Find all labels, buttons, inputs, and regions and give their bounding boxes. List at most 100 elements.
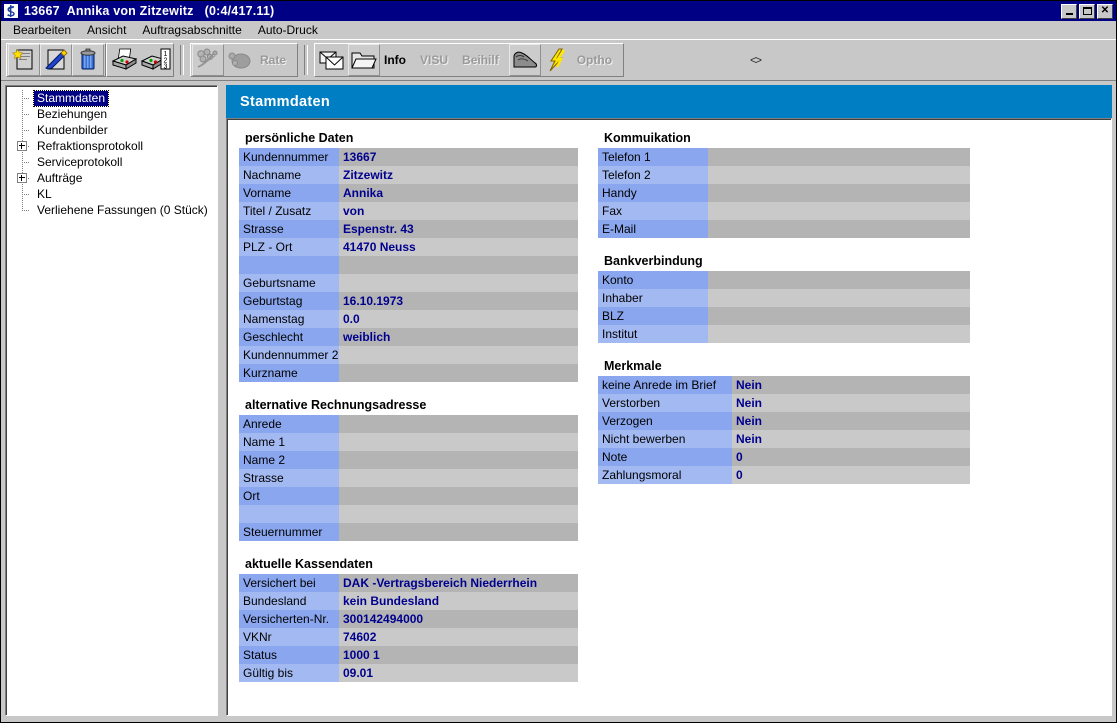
- field-value[interactable]: [708, 271, 970, 289]
- field-value[interactable]: 16.10.1973: [339, 292, 578, 310]
- field-row[interactable]: Telefon 1: [598, 148, 970, 166]
- field-value[interactable]: [339, 523, 578, 541]
- field-value[interactable]: [339, 433, 578, 451]
- edit-pen-icon[interactable]: [40, 44, 72, 76]
- menu-item-auftragsabschnitte[interactable]: Auftragsabschnitte: [134, 22, 249, 38]
- field-value[interactable]: [339, 469, 578, 487]
- field-row[interactable]: Ort: [239, 487, 578, 505]
- field-row[interactable]: Kundennummer 2: [239, 346, 578, 364]
- field-value[interactable]: [708, 202, 970, 220]
- field-row[interactable]: Geburtstag 16.10.1973: [239, 292, 578, 310]
- field-value[interactable]: Nein: [732, 394, 970, 412]
- field-value[interactable]: [708, 166, 970, 184]
- menu-item-bearbeiten[interactable]: Bearbeiten: [5, 22, 79, 38]
- field-value[interactable]: 0.0: [339, 310, 578, 328]
- field-row[interactable]: Geburtsname: [239, 274, 578, 292]
- field-value[interactable]: [339, 346, 578, 364]
- field-value[interactable]: 0: [732, 466, 970, 484]
- field-row[interactable]: [239, 256, 578, 274]
- field-value[interactable]: 41470 Neuss: [339, 238, 578, 256]
- field-row[interactable]: PLZ - Ort 41470 Neuss: [239, 238, 578, 256]
- optho-label[interactable]: Optho: [573, 53, 622, 67]
- field-value[interactable]: Nein: [732, 376, 970, 394]
- field-row[interactable]: Inhaber: [598, 289, 970, 307]
- field-row[interactable]: Namenstag 0.0: [239, 310, 578, 328]
- shoe-icon[interactable]: [508, 44, 541, 76]
- field-row[interactable]: Geschlecht weiblich: [239, 328, 578, 346]
- field-value[interactable]: [339, 487, 578, 505]
- field-value[interactable]: [339, 274, 578, 292]
- print-icon[interactable]: [108, 44, 140, 76]
- field-row[interactable]: Name 2: [239, 451, 578, 469]
- field-row[interactable]: Titel / Zusatz von: [239, 202, 578, 220]
- field-row[interactable]: Note 0: [598, 448, 970, 466]
- field-value[interactable]: Annika: [339, 184, 578, 202]
- field-row[interactable]: Versicherten-Nr. 300142494000: [239, 610, 578, 628]
- field-value[interactable]: kein Bundesland: [339, 592, 578, 610]
- field-row[interactable]: Verzogen Nein: [598, 412, 970, 430]
- tree-item-beziehungen[interactable]: Beziehungen: [6, 106, 217, 122]
- field-value[interactable]: Espenstr. 43: [339, 220, 578, 238]
- field-row[interactable]: Versichert bei DAK -Vertragsbereich Niede…: [239, 574, 578, 592]
- field-row[interactable]: Anrede: [239, 415, 578, 433]
- field-row[interactable]: VKNr 74602: [239, 628, 578, 646]
- field-value[interactable]: Nein: [732, 412, 970, 430]
- field-value[interactable]: [339, 256, 578, 274]
- minimize-button[interactable]: [1061, 3, 1077, 19]
- menu-item-ansicht[interactable]: Ansicht: [79, 22, 134, 38]
- tree-expand-plus-icon[interactable]: [17, 141, 27, 151]
- tree-expand-plus-icon[interactable]: [17, 173, 27, 183]
- field-row[interactable]: Fax: [598, 202, 970, 220]
- pane-splitter[interactable]: [218, 85, 226, 716]
- field-row[interactable]: Kurzname: [239, 364, 578, 382]
- field-row[interactable]: Institut: [598, 325, 970, 343]
- tree-item-verliehene-fassungen-0-st-ck[interactable]: Verliehene Fassungen (0 Stück): [6, 202, 217, 218]
- field-row[interactable]: Konto: [598, 271, 970, 289]
- field-row[interactable]: Nicht bewerben Nein: [598, 430, 970, 448]
- field-value[interactable]: von: [339, 202, 578, 220]
- field-row[interactable]: Telefon 2: [598, 166, 970, 184]
- field-row[interactable]: Name 1: [239, 433, 578, 451]
- field-row[interactable]: E-Mail: [598, 220, 970, 238]
- field-row[interactable]: Nachname Zitzewitz: [239, 166, 578, 184]
- field-value[interactable]: 74602: [339, 628, 578, 646]
- field-value[interactable]: [339, 364, 578, 382]
- field-row[interactable]: Status 1000 1: [239, 646, 578, 664]
- field-value[interactable]: weiblich: [339, 328, 578, 346]
- close-button[interactable]: ✕: [1097, 3, 1113, 19]
- field-row[interactable]: Bundesland kein Bundesland: [239, 592, 578, 610]
- field-row[interactable]: Zahlungsmoral 0: [598, 466, 970, 484]
- tree-item-kl[interactable]: KL: [6, 186, 217, 202]
- field-value[interactable]: 300142494000: [339, 610, 578, 628]
- field-row[interactable]: Verstorben Nein: [598, 394, 970, 412]
- field-row[interactable]: Vorname Annika: [239, 184, 578, 202]
- field-value[interactable]: 13667: [339, 148, 578, 166]
- field-value[interactable]: [708, 184, 970, 202]
- field-value[interactable]: [339, 505, 578, 523]
- print-numbered-icon[interactable]: 1 2 3: [140, 44, 172, 76]
- field-value[interactable]: [708, 289, 970, 307]
- glasses-icon[interactable]: [192, 44, 224, 76]
- field-row[interactable]: keine Anrede im Brief Nein: [598, 376, 970, 394]
- field-row[interactable]: BLZ: [598, 307, 970, 325]
- folder-icon[interactable]: [348, 44, 381, 76]
- visu-label[interactable]: VISU: [416, 53, 458, 67]
- delete-trash-icon[interactable]: [72, 44, 104, 76]
- field-row[interactable]: Handy: [598, 184, 970, 202]
- new-document-icon[interactable]: [8, 44, 40, 76]
- field-row[interactable]: Gültig bis 09.01: [239, 664, 578, 682]
- toolbar-overflow-icon[interactable]: <>: [750, 53, 762, 67]
- field-value[interactable]: Nein: [732, 430, 970, 448]
- tree-item-stammdaten[interactable]: Stammdaten: [6, 89, 217, 107]
- lightning-icon[interactable]: [541, 44, 573, 76]
- field-row[interactable]: [239, 505, 578, 523]
- field-value[interactable]: [339, 415, 578, 433]
- field-value[interactable]: [708, 220, 970, 238]
- info-label[interactable]: Info: [380, 53, 416, 67]
- tree-item-kundenbilder[interactable]: Kundenbilder: [6, 122, 217, 138]
- field-row[interactable]: Strasse: [239, 469, 578, 487]
- field-row[interactable]: Kundennummer 13667: [239, 148, 578, 166]
- field-value[interactable]: DAK -Vertragsbereich Niederrhein: [339, 574, 578, 592]
- field-value[interactable]: [708, 325, 970, 343]
- tree-item-refraktionsprotokoll[interactable]: Refraktionsprotokoll: [6, 138, 217, 154]
